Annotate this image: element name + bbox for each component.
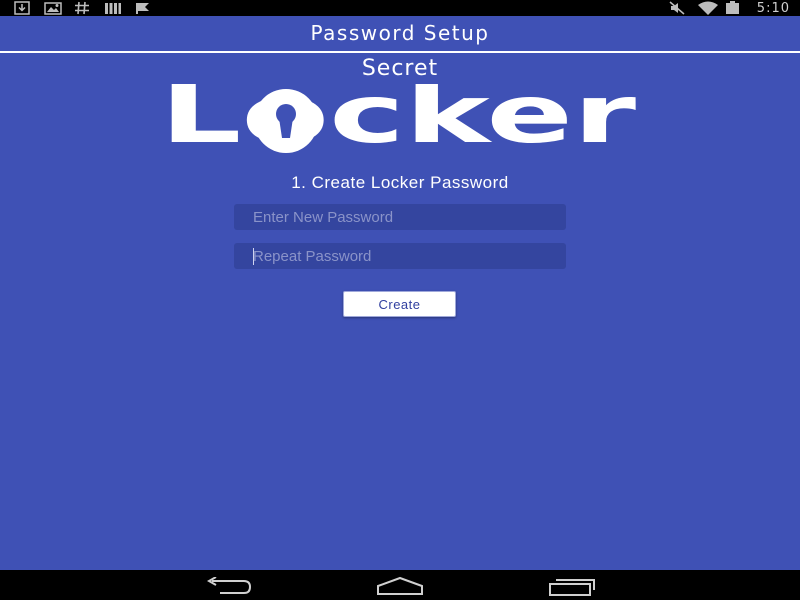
back-icon	[206, 577, 252, 594]
battery-icon	[725, 1, 743, 15]
home-button[interactable]	[375, 575, 425, 597]
create-button[interactable]: Create	[343, 291, 456, 317]
navigation-bar	[0, 570, 800, 600]
mute-icon	[669, 1, 687, 15]
download-icon	[14, 1, 32, 15]
recent-apps-icon	[549, 579, 595, 596]
recent-apps-button[interactable]	[547, 575, 597, 597]
keyhole-icon	[254, 89, 318, 153]
new-password-input[interactable]	[234, 204, 566, 230]
back-button[interactable]	[204, 575, 254, 597]
bars-icon	[104, 1, 122, 15]
hash-icon	[74, 1, 92, 15]
app-bar: Password Setup	[0, 16, 800, 53]
text-cursor	[253, 248, 254, 265]
home-icon	[377, 576, 423, 595]
locker-logo: Locker	[160, 68, 640, 161]
repeat-password-input[interactable]	[234, 243, 566, 269]
notification-icons	[14, 0, 152, 16]
system-icons: 5:10	[669, 0, 790, 16]
logo-secret-text: Secret	[361, 56, 439, 81]
flag-icon	[134, 1, 152, 15]
status-bar: 5:10	[0, 0, 800, 16]
status-clock: 5:10	[756, 0, 790, 16]
image-icon	[44, 1, 62, 15]
page-title: Password Setup	[310, 21, 490, 45]
create-password-heading: 1. Create Locker Password	[291, 173, 509, 192]
wifi-icon	[697, 1, 718, 15]
